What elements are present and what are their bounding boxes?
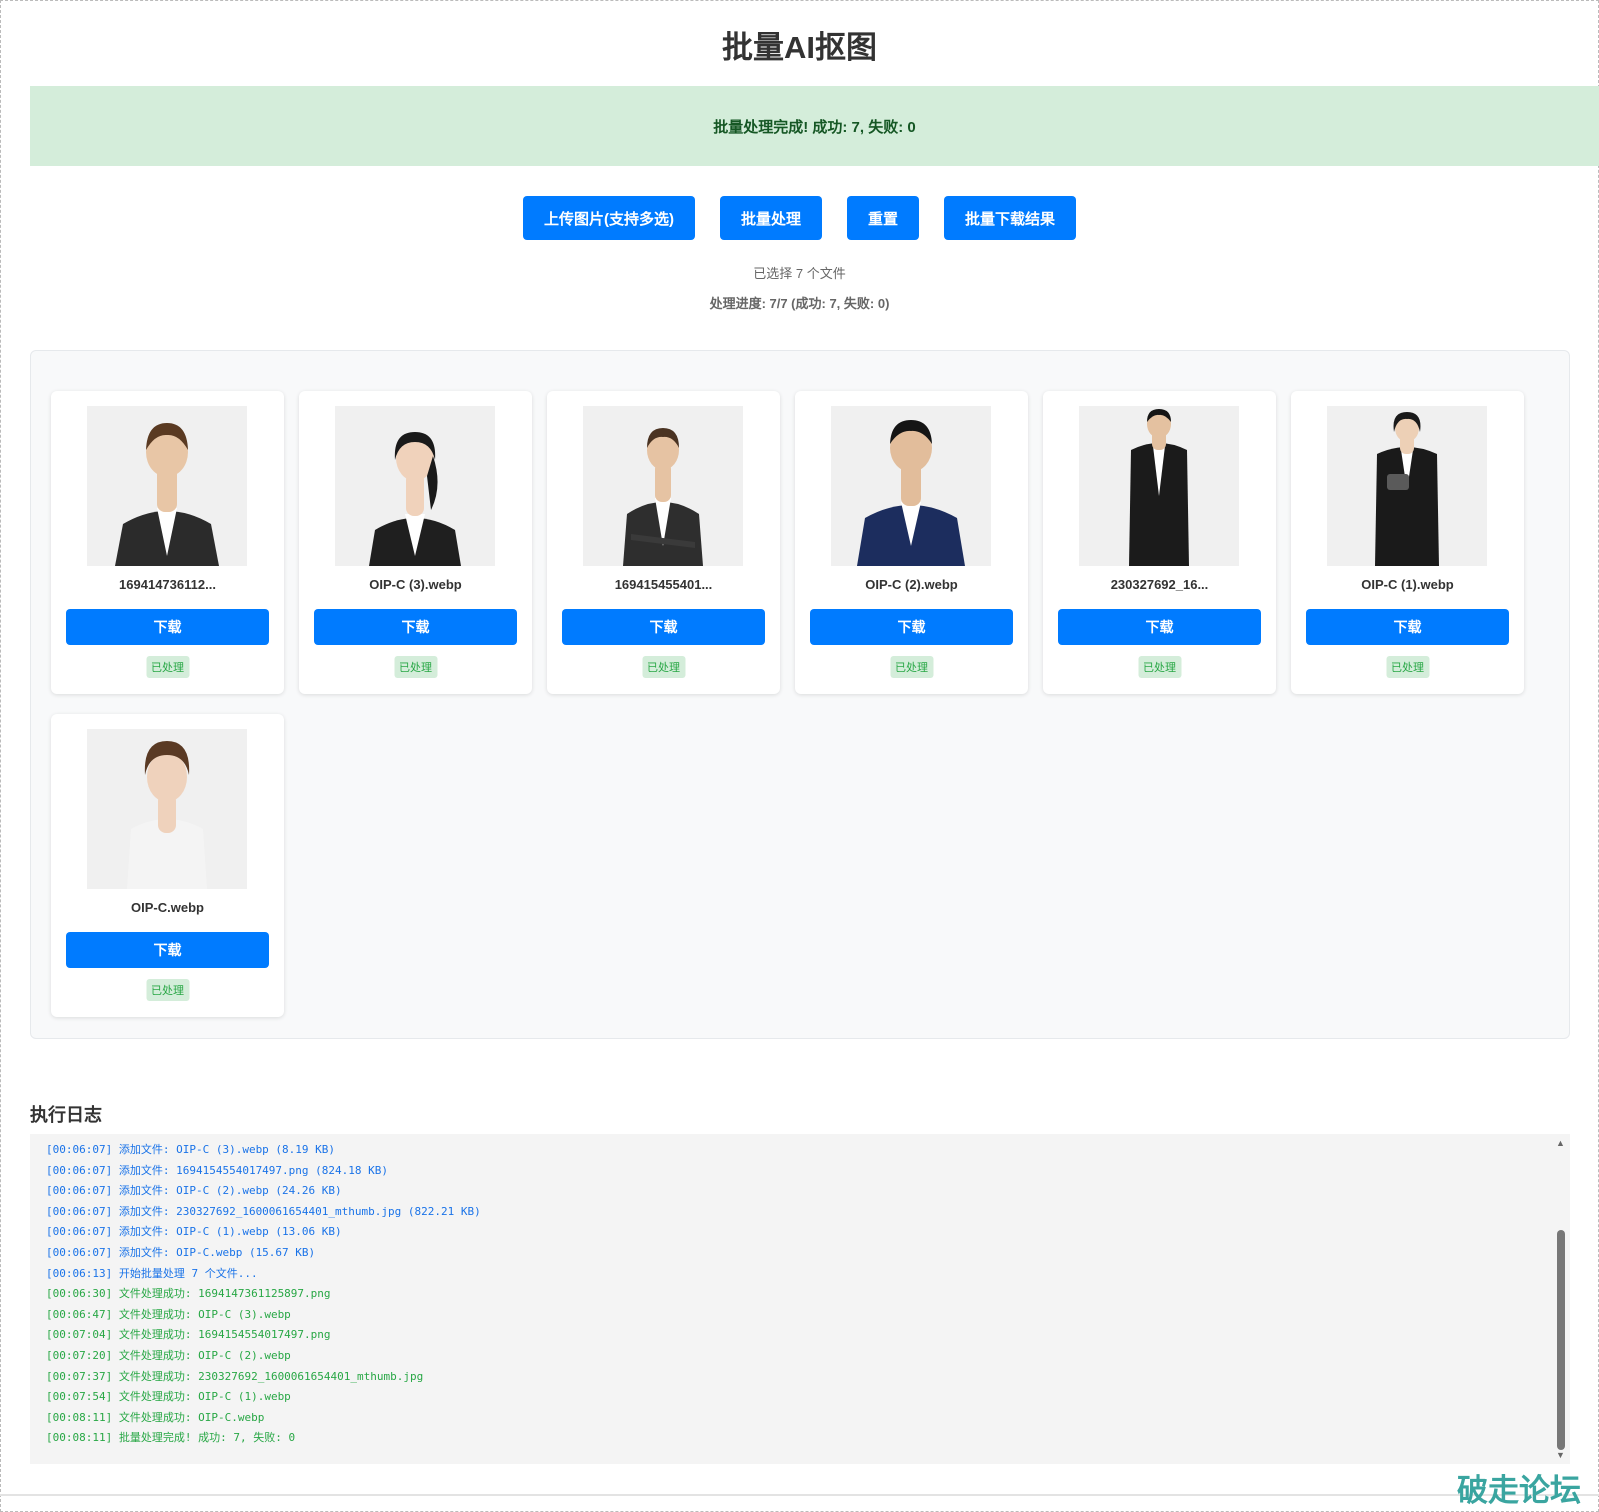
processed-badge: 已处理: [1386, 656, 1429, 678]
result-filename: OIP-C (1).webp: [1361, 577, 1454, 592]
person-image-icon: [857, 420, 965, 566]
result-thumbnail: [831, 406, 991, 566]
result-filename: 169415455401...: [614, 577, 713, 592]
progress-text: 处理进度: 7/7 (成功: 7, 失败: 0): [709, 296, 890, 311]
processed-badge: 已处理: [146, 979, 189, 1001]
processed-badge: 已处理: [890, 656, 933, 678]
result-filename: OIP-C (3).webp: [369, 577, 462, 592]
person-image-icon: [1375, 412, 1439, 566]
log-line: [00:06:07] 添加文件: OIP-C (2).webp (24.26 K…: [46, 1184, 342, 1198]
log-line: [00:07:54] 文件处理成功: OIP-C (1).webp: [46, 1390, 291, 1404]
file-count-text: 已选择 7 个文件: [753, 266, 846, 281]
download-button[interactable]: 下载: [66, 932, 269, 968]
download-button[interactable]: 下载: [1058, 609, 1261, 645]
log-line: [00:06:13] 开始批量处理 7 个文件...: [46, 1266, 258, 1280]
result-card: 230327692_16... 下载 已处理: [1043, 391, 1276, 694]
processed-badge: 已处理: [146, 656, 189, 678]
download-button[interactable]: 下载: [562, 609, 765, 645]
watermark: 破走论坛: [1457, 1473, 1581, 1509]
download-button[interactable]: 下载: [314, 609, 517, 645]
result-card: 169414736112... 下载 已处理: [51, 391, 284, 694]
log-line: [00:07:20] 文件处理成功: OIP-C (2).webp: [46, 1348, 291, 1362]
log-line: [00:07:37] 文件处理成功: 230327692_16000616544…: [46, 1369, 424, 1383]
toolbar: 上传图片(支持多选) 批量处理 重置 批量下载结果: [0, 196, 1599, 240]
log-line: [00:06:07] 添加文件: OIP-C (3).webp (8.19 KB…: [46, 1143, 336, 1156]
log-line: [00:06:07] 添加文件: OIP-C.webp (15.67 KB): [46, 1245, 316, 1259]
results-grid: 169414736112... 下载 已处理 OIP-C (3).webp 下载…: [30, 350, 1570, 1039]
result-thumbnail: [1079, 406, 1239, 566]
batch-process-button[interactable]: 批量处理: [719, 196, 822, 240]
result-thumbnail: [335, 406, 495, 566]
person-image-icon: [115, 423, 219, 566]
log-title: 执行日志: [30, 1105, 102, 1125]
download-button[interactable]: 下载: [1306, 609, 1509, 645]
processed-badge: 已处理: [1138, 656, 1181, 678]
log-line: [00:07:04] 文件处理成功: 1694154554017497.png: [46, 1328, 331, 1342]
log-line: [00:06:47] 文件处理成功: OIP-C (3).webp: [46, 1307, 291, 1321]
bottom-divider: [0, 1494, 1599, 1496]
log-line: [00:08:11] 文件处理成功: OIP-C.webp: [46, 1410, 265, 1424]
result-thumbnail: [1327, 406, 1487, 566]
log-panel[interactable]: [00:06:07] 添加文件: OIP-C (3).webp (8.19 KB…: [30, 1134, 1570, 1464]
scroll-down-icon[interactable]: ▼: [1556, 1450, 1565, 1460]
success-alert-message: 批量处理完成! 成功: 7, 失败: 0: [713, 118, 916, 136]
log-lines: [00:06:07] 添加文件: OIP-C (3).webp (8.19 KB…: [46, 1140, 1536, 1449]
result-thumbnail: [87, 729, 247, 889]
log-line: [00:08:11] 批量处理完成! 成功: 7, 失败: 0: [46, 1431, 296, 1445]
result-filename: OIP-C.webp: [131, 900, 204, 915]
processed-badge: 已处理: [394, 656, 437, 678]
upload-button[interactable]: 上传图片(支持多选): [522, 196, 695, 240]
person-image-icon: [623, 428, 703, 566]
scroll-up-icon[interactable]: ▲: [1556, 1138, 1565, 1148]
result-filename: OIP-C (2).webp: [865, 577, 958, 592]
page-title: 批量AI抠图: [722, 30, 877, 65]
result-thumbnail: [583, 406, 743, 566]
result-filename: 230327692_16...: [1110, 577, 1209, 592]
log-line: [00:06:07] 添加文件: 230327692_1600061654401…: [46, 1204, 481, 1218]
person-image-icon: [1129, 409, 1189, 566]
person-image-icon: [127, 741, 207, 889]
person-image-icon: [369, 432, 461, 566]
log-scrollbar[interactable]: ▲ ▼: [1552, 1134, 1570, 1464]
result-card: OIP-C (3).webp 下载 已处理: [299, 391, 532, 694]
download-button[interactable]: 下载: [810, 609, 1013, 645]
result-card: OIP-C (2).webp 下载 已处理: [795, 391, 1028, 694]
log-line: [00:06:07] 添加文件: OIP-C (1).webp (13.06 K…: [46, 1225, 342, 1239]
result-filename: 169414736112...: [119, 577, 216, 592]
result-card: OIP-C.webp 下载 已处理: [51, 714, 284, 1017]
reset-button[interactable]: 重置: [846, 196, 919, 240]
result-thumbnail: [87, 406, 247, 566]
log-line: [00:06:07] 添加文件: 1694154554017497.png (8…: [46, 1163, 389, 1177]
batch-download-button[interactable]: 批量下载结果: [944, 196, 1077, 240]
processed-badge: 已处理: [642, 656, 685, 678]
log-line: [00:06:30] 文件处理成功: 1694147361125897.png: [46, 1287, 331, 1301]
download-button[interactable]: 下载: [66, 609, 269, 645]
result-card: 169415455401... 下载 已处理: [547, 391, 780, 694]
success-alert: 批量处理完成! 成功: 7, 失败: 0: [30, 86, 1599, 166]
result-card: OIP-C (1).webp 下载 已处理: [1291, 391, 1524, 694]
scroll-thumb[interactable]: [1557, 1230, 1565, 1450]
